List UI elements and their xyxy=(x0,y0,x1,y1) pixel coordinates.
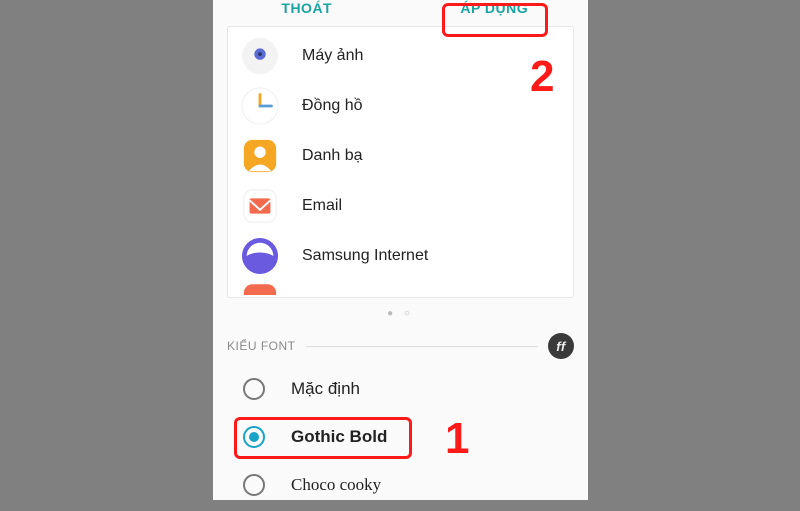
font-option-choco-cooky[interactable]: Choco cooky xyxy=(213,461,588,509)
partial-icon xyxy=(240,281,280,295)
preview-label: Samsung Internet xyxy=(302,247,428,265)
section-title: KIỂU FONT xyxy=(227,339,296,353)
font-option-gothic-bold[interactable]: Gothic Bold xyxy=(213,413,588,461)
radio-icon xyxy=(243,378,265,400)
font-label: Choco cooky xyxy=(291,475,381,495)
camera-icon xyxy=(240,36,280,76)
phone-screen: THOÁT ÁP DỤNG Máy ảnh Đồng hồ Danh bạ xyxy=(213,0,588,500)
font-option-default[interactable]: Mặc định xyxy=(213,365,588,413)
internet-icon xyxy=(240,236,280,276)
preview-row-internet[interactable]: Samsung Internet xyxy=(228,231,573,281)
font-flip-icon[interactable]: ff xyxy=(548,333,574,359)
divider xyxy=(306,346,538,347)
preview-row-camera[interactable]: Máy ảnh xyxy=(228,31,573,81)
apply-button[interactable]: ÁP DỤNG xyxy=(401,0,589,16)
app-preview-card: Máy ảnh Đồng hồ Danh bạ Email Samsung In xyxy=(227,26,574,298)
preview-row-contacts[interactable]: Danh bạ xyxy=(228,131,573,181)
preview-label: Email xyxy=(302,197,342,215)
radio-icon-selected xyxy=(243,426,265,448)
page-indicator: ● ○ xyxy=(213,304,588,327)
section-header-font: KIỂU FONT ff xyxy=(213,327,588,363)
font-label: Mặc định xyxy=(291,379,360,399)
preview-label: Máy ảnh xyxy=(302,47,363,65)
preview-label: Đồng hồ xyxy=(302,97,363,115)
preview-label: Danh bạ xyxy=(302,147,363,165)
font-list: Mặc định Gothic Bold Choco cooky xyxy=(213,363,588,511)
preview-row-clock[interactable]: Đồng hồ xyxy=(228,81,573,131)
top-bar: THOÁT ÁP DỤNG xyxy=(213,0,588,16)
font-label: Gothic Bold xyxy=(291,427,387,447)
radio-icon xyxy=(243,474,265,496)
email-icon xyxy=(240,186,280,226)
cancel-button[interactable]: THOÁT xyxy=(213,0,401,16)
preview-row-email[interactable]: Email xyxy=(228,181,573,231)
preview-row-partial xyxy=(228,281,573,295)
contacts-icon xyxy=(240,136,280,176)
clock-icon xyxy=(240,86,280,126)
